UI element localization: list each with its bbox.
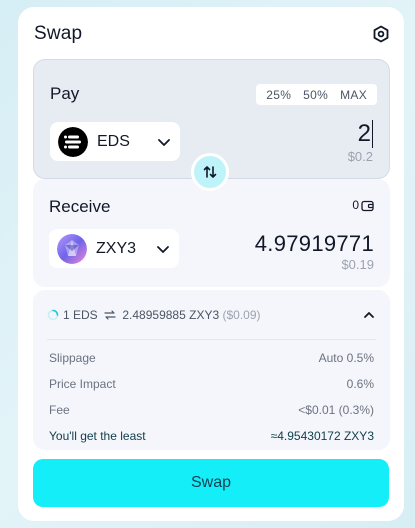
- pay-label: Pay: [50, 84, 80, 103]
- fee-value: <$0.01 (0.3%): [298, 403, 374, 417]
- fee-row: Fee <$0.01 (0.3%): [49, 403, 374, 419]
- eds-token-icon: [58, 126, 88, 157]
- swap-card: Swap Pay 25% 50% MAX EDS 2 $0.2 Receive …: [18, 7, 404, 521]
- percent-25-button[interactable]: 25%: [260, 88, 297, 102]
- slippage-row: Slippage Auto 0.5%: [49, 351, 374, 367]
- receive-balance: 0: [352, 198, 374, 212]
- price-impact-value: 0.6%: [346, 377, 374, 391]
- minimum-received-label: You'll get the least: [49, 429, 146, 443]
- swap-direction-button[interactable]: [191, 153, 229, 191]
- page-title: Swap: [34, 23, 83, 44]
- rate-from: 1 EDS: [63, 307, 98, 322]
- fee-label: Fee: [49, 403, 70, 417]
- balance-value: 0: [352, 198, 359, 212]
- pay-token-symbol: EDS: [97, 132, 130, 150]
- percent-50-button[interactable]: 50%: [297, 88, 334, 102]
- percent-button-group: 25% 50% MAX: [256, 84, 377, 105]
- price-impact-label: Price Impact: [49, 377, 116, 391]
- swap-horizontal-icon: [104, 309, 116, 320]
- settings-icon[interactable]: [372, 25, 390, 43]
- pay-amount-input[interactable]: 2: [358, 120, 373, 148]
- receive-usd-value: $0.19: [341, 257, 374, 272]
- chevron-down-icon: [157, 245, 169, 253]
- refresh-spinner-icon: [47, 309, 59, 320]
- rate-usd: ($0.09): [222, 307, 261, 322]
- receive-token-symbol: ZXY3: [96, 239, 137, 257]
- receive-token-select[interactable]: ZXY3: [49, 229, 179, 268]
- exchange-rate-row[interactable]: 1 EDS 2.48959885 ZXY3 ($0.09): [47, 290, 376, 340]
- max-button[interactable]: MAX: [334, 88, 373, 102]
- receive-amount: 4.97919771: [254, 231, 374, 256]
- slippage-value: Auto 0.5%: [318, 351, 374, 365]
- chevron-up-icon[interactable]: [362, 308, 376, 322]
- receive-label: Receive: [49, 197, 111, 216]
- pay-usd-value: $0.2: [347, 149, 373, 164]
- receive-panel: Receive 0 ZXY3 4.97919771 $0.19: [33, 179, 390, 287]
- minimum-received-row: You'll get the least ≈4.95430172 ZXY3: [49, 429, 374, 445]
- swap-button[interactable]: Swap: [33, 459, 389, 507]
- exchange-rate-text: 1 EDS 2.48959885 ZXY3 ($0.09): [63, 308, 362, 322]
- slippage-label: Slippage: [49, 351, 96, 365]
- zxy3-token-icon: [57, 233, 87, 264]
- rate-to: 2.48959885 ZXY3: [122, 307, 220, 322]
- chevron-down-icon: [158, 138, 170, 146]
- pay-token-select[interactable]: EDS: [50, 122, 180, 161]
- price-impact-row: Price Impact 0.6%: [49, 377, 374, 393]
- minimum-received-value: ≈4.95430172 ZXY3: [270, 429, 374, 443]
- wallet-icon: [361, 200, 374, 211]
- card-header: Swap: [34, 21, 390, 47]
- swap-arrows-icon: [203, 166, 217, 178]
- swap-details-panel: 1 EDS 2.48959885 ZXY3 ($0.09) Slippage A…: [33, 290, 390, 450]
